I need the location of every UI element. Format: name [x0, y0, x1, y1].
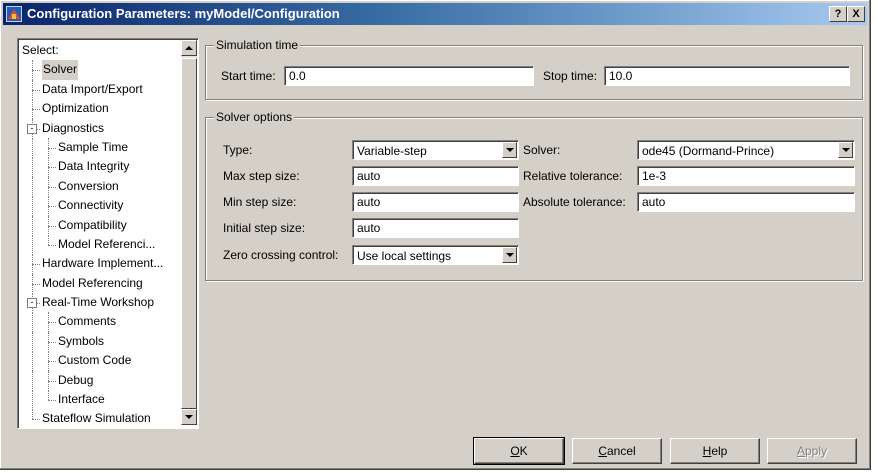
solver-dropdown[interactable]: ode45 (Dormand-Prince)	[637, 140, 855, 160]
apply-button: Apply	[767, 438, 857, 464]
stop-time-input[interactable]: 10.0	[604, 66, 850, 86]
tree-item[interactable]: Data Import/Export	[20, 79, 178, 100]
relative-tolerance-label: Relative tolerance:	[523, 169, 623, 183]
chevron-down-icon[interactable]	[838, 142, 853, 158]
type-dropdown[interactable]: Variable-step	[352, 140, 519, 160]
absolute-tolerance-label: Absolute tolerance:	[523, 195, 626, 209]
dialog-window: Configuration Parameters: myModel/Config…	[0, 0, 871, 470]
tree-item-label: Hardware Implement...	[42, 256, 164, 271]
tree-item-label: Custom Code	[58, 353, 132, 368]
tree-item[interactable]: Model Referencing	[20, 273, 178, 294]
relative-tolerance-input[interactable]: 1e-3	[637, 166, 855, 186]
scroll-up-button[interactable]	[181, 40, 197, 56]
tree-item[interactable]: Optimization	[20, 99, 178, 120]
cancel-mnemonic: C	[598, 444, 607, 458]
initial-step-label: Initial step size:	[223, 221, 306, 235]
tree-item[interactable]: Stateflow Simulation	[20, 409, 178, 428]
tree-item-label: Sample Time	[58, 139, 129, 154]
tree-item-label: Conversion	[58, 178, 119, 193]
ok-mnemonic: O	[510, 444, 520, 458]
tree-item[interactable]: Model Referenci...	[20, 234, 178, 255]
initial-step-input[interactable]: auto	[352, 218, 519, 238]
tree-item-label: Data Integrity	[58, 159, 130, 174]
type-value: Variable-step	[357, 144, 427, 158]
simulation-time-title: Simulation time	[214, 38, 301, 52]
scroll-thumb[interactable]	[181, 58, 197, 409]
tree-item[interactable]: Connectivity	[20, 196, 178, 217]
stop-time-label: Stop time:	[543, 69, 598, 83]
tree-item-label: Debug	[58, 372, 94, 387]
type-label: Type:	[223, 143, 253, 157]
tree-item[interactable]: Compatibility	[20, 215, 178, 236]
absolute-tolerance-input[interactable]: auto	[637, 192, 855, 212]
tree-item-label: Optimization	[42, 101, 109, 116]
tree-item[interactable]: Interface	[20, 390, 178, 411]
tree-list: Select: Solver Data Import/Export Optimiza…	[20, 41, 178, 428]
tree-header-label: Select:	[22, 43, 59, 57]
tree-item[interactable]: Sample Time	[20, 137, 178, 158]
tree-scrollbar[interactable]	[181, 40, 197, 425]
tree-item-label: Symbols	[58, 333, 105, 348]
tree-item[interactable]: Solver	[20, 60, 178, 81]
solver-label: Solver:	[523, 143, 561, 157]
max-step-input[interactable]: auto	[352, 166, 519, 186]
cancel-button[interactable]: Cancel	[572, 438, 662, 464]
chevron-down-icon[interactable]	[502, 142, 517, 158]
solver-options-title: Solver options	[214, 110, 295, 124]
max-step-label: Max step size:	[223, 169, 300, 183]
min-step-label: Min step size:	[223, 195, 297, 209]
chevron-down-icon[interactable]	[502, 247, 517, 263]
tree-item-label: Solver	[42, 60, 79, 80]
tree-item[interactable]: Debug	[20, 370, 178, 391]
tree-item[interactable]: Conversion	[20, 176, 178, 197]
apply-label: pply	[805, 444, 828, 458]
scroll-down-button[interactable]	[181, 409, 197, 425]
solver-value: ode45 (Dormand-Prince)	[642, 144, 775, 158]
solver-options-group: Solver options Type: Variable-step Max s…	[205, 110, 863, 281]
ok-button[interactable]: OK	[473, 437, 565, 465]
tree-item[interactable]: Comments	[20, 312, 178, 333]
tree-item-label: Model Referencing	[42, 275, 143, 290]
tree-item[interactable]: Data Integrity	[20, 157, 178, 178]
window-title: Configuration Parameters: myModel/Config…	[27, 6, 340, 21]
help-label: elp	[711, 444, 728, 458]
zero-crossing-label: Zero crossing control:	[223, 248, 339, 262]
tree-item-label: Real-Time Workshop	[42, 295, 155, 310]
zero-crossing-value: Use local settings	[357, 249, 452, 263]
tree-item-label: Data Import/Export	[42, 81, 143, 96]
tree-item-label: Interface	[58, 392, 105, 407]
simulink-app-icon	[6, 6, 22, 22]
close-title-button[interactable]: X	[847, 6, 865, 22]
title-bar[interactable]: Configuration Parameters: myModel/Config…	[3, 3, 867, 25]
tree-item-label: Connectivity	[58, 198, 124, 213]
start-time-input[interactable]: 0.0	[284, 66, 534, 86]
tree-item-label: Comments	[58, 314, 117, 329]
tree-header: Select:	[20, 41, 178, 60]
tree-item[interactable]: - Diagnostics	[20, 118, 178, 139]
tree-item[interactable]: - Real-Time Workshop	[20, 293, 178, 314]
category-tree[interactable]: Select: Solver Data Import/Export Optimiza…	[17, 38, 199, 429]
tree-item-label: Compatibility	[58, 217, 127, 232]
tree-item-label: Diagnostics	[42, 120, 105, 135]
start-time-label: Start time:	[221, 69, 276, 83]
apply-mnemonic: A	[796, 444, 805, 458]
arrow-down-icon	[185, 415, 193, 419]
help-title-button[interactable]: ?	[829, 6, 847, 22]
help-button[interactable]: Help	[670, 438, 760, 464]
simulation-time-group: Simulation time Start time: 0.0 Stop tim…	[205, 38, 863, 100]
cancel-label: ancel	[606, 444, 636, 458]
tree-item[interactable]: Custom Code	[20, 351, 178, 372]
tree-item-label: Model Referenci...	[58, 236, 156, 251]
zero-crossing-dropdown[interactable]: Use local settings	[352, 245, 519, 265]
tree-item-label: Stateflow Simulation	[42, 411, 151, 426]
tree-item[interactable]: Hardware Implement...	[20, 254, 178, 275]
collapse-icon[interactable]: -	[27, 298, 37, 309]
arrow-up-icon	[185, 46, 193, 50]
tree-item[interactable]: Symbols	[20, 331, 178, 352]
min-step-input[interactable]: auto	[352, 192, 519, 212]
ok-label: K	[519, 444, 528, 458]
collapse-icon[interactable]: -	[27, 123, 37, 134]
